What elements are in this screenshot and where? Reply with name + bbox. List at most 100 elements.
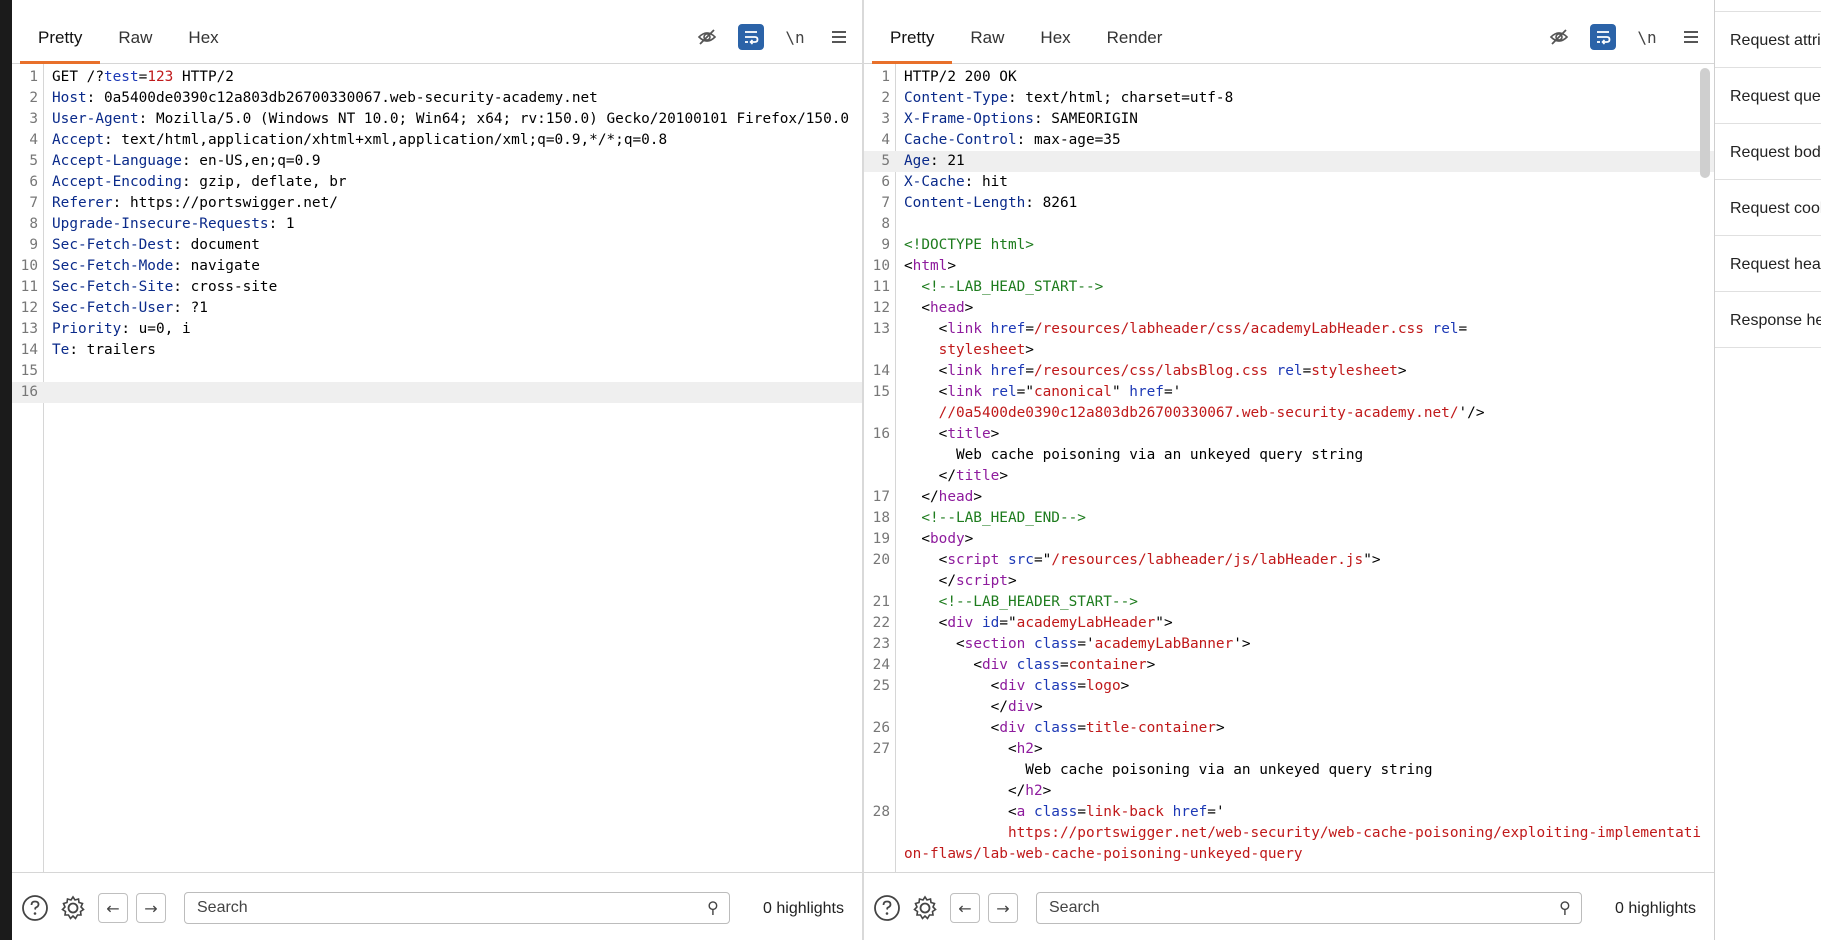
gear-icon[interactable] [910, 893, 940, 923]
code-line[interactable]: 26 <div class=title-container> [864, 718, 1714, 739]
code-line[interactable]: 28 <a class=link-back href=' https://por… [864, 802, 1714, 865]
token: = [1077, 720, 1086, 736]
code-line[interactable]: 3 X-Frame-Options: SAMEORIGIN [864, 109, 1714, 130]
tab-raw[interactable]: Raw [952, 0, 1022, 64]
inspector-request-cookies[interactable]: Request cookies [1715, 180, 1821, 236]
token: Te [52, 342, 70, 358]
search-icon[interactable]: ⚲ [1559, 898, 1571, 917]
request-toolbar: \n [694, 20, 852, 54]
token: rel [990, 384, 1017, 400]
code-line[interactable]: 5 Age: 21 [864, 151, 1714, 172]
code-line[interactable]: 1 GET /?test=123 HTTP/2 [12, 67, 862, 88]
inspector-request-query-parameters[interactable]: Request query parameters [1715, 68, 1821, 124]
show-newlines-toggle[interactable]: \n [782, 24, 808, 50]
previous-match-button[interactable]: ← [950, 893, 980, 923]
code-line[interactable]: 4 Accept: text/html,application/xhtml+xml… [12, 130, 862, 151]
code-line[interactable]: 1 HTTP/2 200 OK [864, 67, 1714, 88]
code-line[interactable]: 15 <link rel="canonical" href=' //0a5400… [864, 382, 1714, 424]
code-line[interactable]: 6 Accept-Encoding: gzip, deflate, br [12, 172, 862, 193]
code-line[interactable]: 10 <html> [864, 256, 1714, 277]
gear-icon[interactable] [58, 893, 88, 923]
code-line[interactable]: 21 <!--LAB_HEADER_START--> [864, 592, 1714, 613]
search-icon[interactable]: ⚲ [707, 898, 719, 917]
code-line[interactable]: 11 Sec-Fetch-Site: cross-site [12, 277, 862, 298]
code-line[interactable]: 14 Te: trailers [12, 340, 862, 361]
token: '> [1233, 636, 1251, 652]
token: 123 [147, 69, 174, 85]
code-line[interactable]: 17 </head> [864, 487, 1714, 508]
inspector-response-headers[interactable]: Response headers [1715, 292, 1821, 348]
tab-hex[interactable]: Hex [170, 0, 236, 64]
code-line[interactable]: 16​ [12, 382, 862, 403]
search-input[interactable] [185, 893, 685, 923]
code-line[interactable]: 13 <link href=/resources/labheader/css/a… [864, 319, 1714, 361]
vertical-scrollbar[interactable] [1700, 68, 1710, 178]
code-line[interactable]: 8​ [864, 214, 1714, 235]
code-line[interactable]: 15​ [12, 361, 862, 382]
line-text: X-Frame-Options: SAMEORIGIN [904, 111, 1138, 127]
line-text: <a class=link-back href=' https://portsw… [904, 804, 1701, 862]
code-line[interactable]: 2 Host: 0a5400de0390c12a803db26700330067.… [12, 88, 862, 109]
response-editor[interactable]: 1 HTTP/2 200 OK 2 Content-Type: text/html; … [864, 64, 1714, 872]
code-line[interactable]: 2 Content-Type: text/html; charset=utf-8 [864, 88, 1714, 109]
code-line[interactable]: 22 <div id="academyLabHeader"> [864, 613, 1714, 634]
code-line[interactable]: 7 Content-Length: 8261 [864, 193, 1714, 214]
code-line[interactable]: 25 <div class=logo> </div> [864, 676, 1714, 718]
request-code[interactable]: 1 GET /?test=123 HTTP/2 2 Host: 0a5400de039… [12, 67, 862, 403]
code-line[interactable]: 12 Sec-Fetch-User: ?1 [12, 298, 862, 319]
code-line[interactable]: 3 User-Agent: Mozilla/5.0 (Windows NT 10.… [12, 109, 862, 130]
token: : navigate [173, 258, 260, 274]
code-line[interactable]: 23 <section class='academyLabBanner'> [864, 634, 1714, 655]
code-line[interactable]: 20 <script src="/resources/labheader/js/… [864, 550, 1714, 592]
tab-raw[interactable]: Raw [100, 0, 170, 64]
line-number: 10 [872, 258, 890, 274]
hide-nonprintable-icon[interactable] [694, 24, 720, 50]
request-editor[interactable]: 1 GET /?test=123 HTTP/2 2 Host: 0a5400de039… [12, 64, 862, 872]
code-line[interactable]: 10 Sec-Fetch-Mode: navigate [12, 256, 862, 277]
next-match-button[interactable]: → [988, 893, 1018, 923]
previous-match-button[interactable]: ← [98, 893, 128, 923]
code-line[interactable]: 6 X-Cache: hit [864, 172, 1714, 193]
inspector-request-headers[interactable]: Request headers [1715, 236, 1821, 292]
show-newlines-toggle[interactable]: \n [1634, 24, 1660, 50]
token: : u=0, i [121, 321, 191, 337]
code-line[interactable]: 9 <!DOCTYPE html> [864, 235, 1714, 256]
token: /resources/labheader/js/labHeader.js [1051, 552, 1364, 568]
code-line[interactable]: 19 <body> [864, 529, 1714, 550]
hide-nonprintable-icon[interactable] [1546, 24, 1572, 50]
inspector-request-body-parameters[interactable]: Request body parameters [1715, 124, 1821, 180]
help-icon[interactable] [872, 893, 902, 923]
tab-hex[interactable]: Hex [1022, 0, 1088, 64]
tab-render[interactable]: Render [1089, 0, 1181, 64]
next-match-button[interactable]: → [136, 893, 166, 923]
response-code[interactable]: 1 HTTP/2 200 OK 2 Content-Type: text/html; … [864, 67, 1714, 865]
code-line[interactable]: 18 <!--LAB_HEAD_END--> [864, 508, 1714, 529]
menu-icon[interactable] [1678, 24, 1704, 50]
wrap-lines-icon[interactable] [738, 24, 764, 50]
code-line[interactable]: 7 Referer: https://portswigger.net/ [12, 193, 862, 214]
search-input[interactable] [1037, 893, 1537, 923]
code-line[interactable]: 8 Upgrade-Insecure-Requests: 1 [12, 214, 862, 235]
code-line[interactable]: 4 Cache-Control: max-age=35 [864, 130, 1714, 151]
code-line[interactable]: 12 <head> [864, 298, 1714, 319]
token: > [1042, 783, 1052, 799]
code-line[interactable]: 13 Priority: u=0, i [12, 319, 862, 340]
wrap-lines-icon[interactable] [1590, 24, 1616, 50]
code-line[interactable]: 16 <title> Web cache poisoning via an un… [864, 424, 1714, 487]
help-icon[interactable] [20, 893, 50, 923]
inspector-request-attributes[interactable]: Request attributes [1715, 12, 1821, 68]
code-line[interactable]: 14 <link href=/resources/css/labsBlog.cs… [864, 361, 1714, 382]
code-line[interactable]: 9 Sec-Fetch-Dest: document [12, 235, 862, 256]
code-line[interactable]: 11 <!--LAB_HEAD_START--> [864, 277, 1714, 298]
code-line[interactable]: 27 <h2> Web cache poisoning via an unkey… [864, 739, 1714, 802]
tab-pretty[interactable]: Pretty [872, 0, 953, 64]
line-number: 3 [29, 111, 38, 127]
code-line[interactable]: 5 Accept-Language: en-US,en;q=0.9 [12, 151, 862, 172]
code-line[interactable]: 24 <div class=container> [864, 655, 1714, 676]
menu-icon[interactable] [826, 24, 852, 50]
tab-pretty[interactable]: Pretty [20, 0, 101, 64]
